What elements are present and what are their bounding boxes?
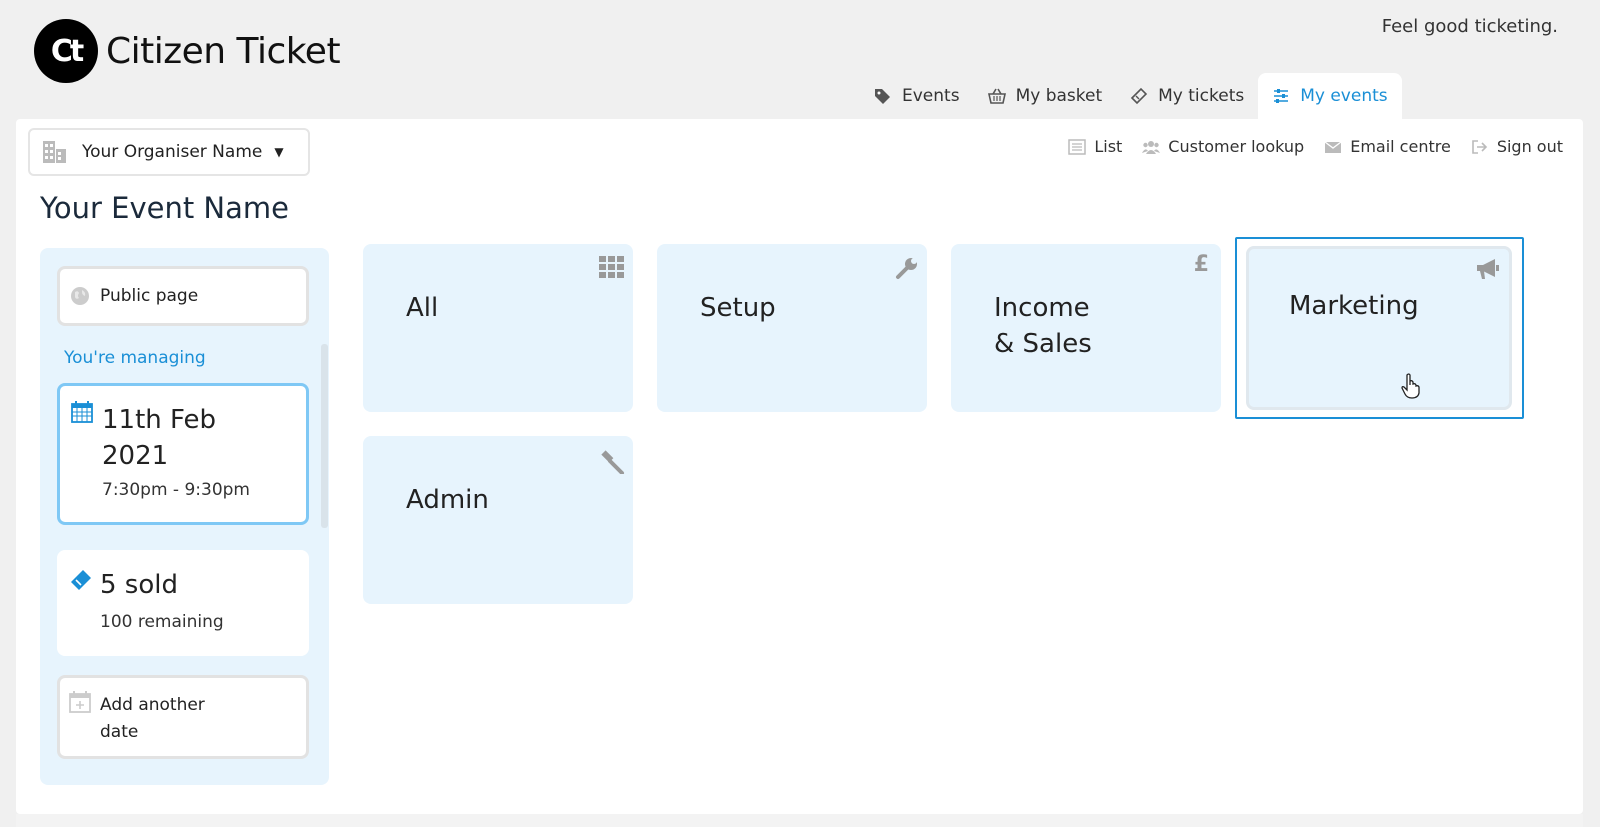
- list-link[interactable]: List: [1068, 137, 1122, 156]
- tagline: Feel good ticketing.: [1381, 16, 1558, 37]
- sliders-icon: [1274, 89, 1289, 103]
- sidebar-scrollbar[interactable]: [321, 344, 328, 528]
- event-date: 11th Feb 2021: [102, 402, 252, 474]
- event-day: 11th Feb: [102, 405, 217, 435]
- tile-marketing-inner: Marketing: [1246, 246, 1512, 410]
- tile-setup[interactable]: Setup: [657, 244, 927, 412]
- pound-icon: £: [1193, 252, 1209, 277]
- tab-events[interactable]: Events: [860, 73, 974, 119]
- public-page-label: Public page: [100, 286, 199, 306]
- organiser-name: Your Organiser Name: [82, 142, 263, 162]
- building-icon: [43, 141, 66, 163]
- tile-label: Income & Sales: [994, 290, 1092, 362]
- event-date-card[interactable]: 11th Feb 2021 7:30pm - 9:30pm: [57, 383, 309, 525]
- tile-label: Setup: [700, 293, 776, 323]
- footer-strip: [16, 814, 1583, 827]
- globe-icon: [71, 287, 89, 305]
- basket-icon: [987, 88, 1006, 104]
- organiser-select[interactable]: Your Organiser Name ▼: [28, 128, 310, 176]
- event-sidebar: Public page You're managing 11th Feb 202…: [40, 248, 329, 785]
- logo-mark: Ct: [34, 19, 98, 83]
- add-date-label: Add another date: [100, 692, 250, 746]
- tile-marketing[interactable]: Marketing: [1235, 237, 1524, 419]
- grid-icon: [599, 256, 624, 278]
- add-date-line2: date: [100, 722, 139, 742]
- event-year: 2021: [102, 441, 169, 471]
- tile-label: All: [406, 293, 439, 323]
- users-icon: [1142, 140, 1161, 154]
- tickets-sold: 5 sold: [100, 570, 178, 600]
- tab-my-tickets[interactable]: My tickets: [1116, 73, 1258, 119]
- tile-label: Marketing: [1289, 291, 1419, 321]
- tile-label-line2: & Sales: [994, 329, 1092, 359]
- ticket-icon: [71, 570, 91, 590]
- event-time: 7:30pm - 9:30pm: [102, 480, 250, 500]
- add-date-button[interactable]: Add another date: [57, 675, 309, 759]
- envelope-icon: [1324, 140, 1342, 153]
- customer-lookup-link[interactable]: Customer lookup: [1142, 137, 1304, 156]
- list-icon: [1068, 138, 1087, 155]
- sales-summary-card: 5 sold 100 remaining: [57, 550, 309, 656]
- tab-my-basket[interactable]: My basket: [974, 73, 1117, 119]
- ticket-icon: [1130, 87, 1148, 105]
- public-page-button[interactable]: Public page: [57, 266, 309, 326]
- email-centre-label: Email centre: [1350, 137, 1451, 156]
- sign-out-link[interactable]: Sign out: [1471, 137, 1563, 156]
- logo-text: Citizen Ticket: [106, 30, 341, 72]
- tile-admin[interactable]: Admin: [363, 436, 633, 604]
- hand-cursor-icon: [1401, 373, 1420, 399]
- page-title: Your Event Name: [40, 191, 289, 225]
- tab-label: Events: [902, 86, 960, 106]
- tab-label: My events: [1300, 86, 1388, 106]
- tile-label-line1: Income: [994, 293, 1090, 323]
- calendar-plus-icon: [69, 691, 91, 713]
- customer-lookup-label: Customer lookup: [1168, 137, 1305, 156]
- tab-label: My tickets: [1158, 86, 1245, 106]
- tile-all[interactable]: All: [363, 244, 633, 412]
- tab-my-events[interactable]: My events: [1258, 73, 1402, 119]
- tile-label: Admin: [406, 485, 489, 515]
- main-panel: Your Organiser Name ▼ List Customer look…: [16, 119, 1583, 814]
- tile-income-sales[interactable]: £ Income & Sales: [951, 244, 1221, 412]
- list-label: List: [1094, 137, 1123, 156]
- calendar-icon: [71, 401, 93, 423]
- tickets-remaining: 100 remaining: [100, 612, 224, 632]
- logo[interactable]: Ct Citizen Ticket: [34, 19, 341, 83]
- tab-label: My basket: [1015, 86, 1103, 106]
- add-date-line1: Add another: [100, 695, 205, 715]
- sign-out-icon: [1472, 139, 1487, 154]
- managing-label: You're managing: [64, 348, 206, 368]
- utility-links: List Customer lookup Email centre Sign o…: [1068, 137, 1563, 156]
- sign-out-label: Sign out: [1496, 137, 1563, 156]
- megaphone-icon: [1477, 259, 1499, 279]
- caret-down-icon: ▼: [274, 145, 284, 159]
- gavel-icon: [601, 450, 624, 474]
- main-tabs: Events My basket My tickets My events: [860, 73, 1402, 119]
- tags-icon: [875, 89, 890, 104]
- email-centre-link[interactable]: Email centre: [1324, 137, 1451, 156]
- wrench-icon: [896, 258, 917, 279]
